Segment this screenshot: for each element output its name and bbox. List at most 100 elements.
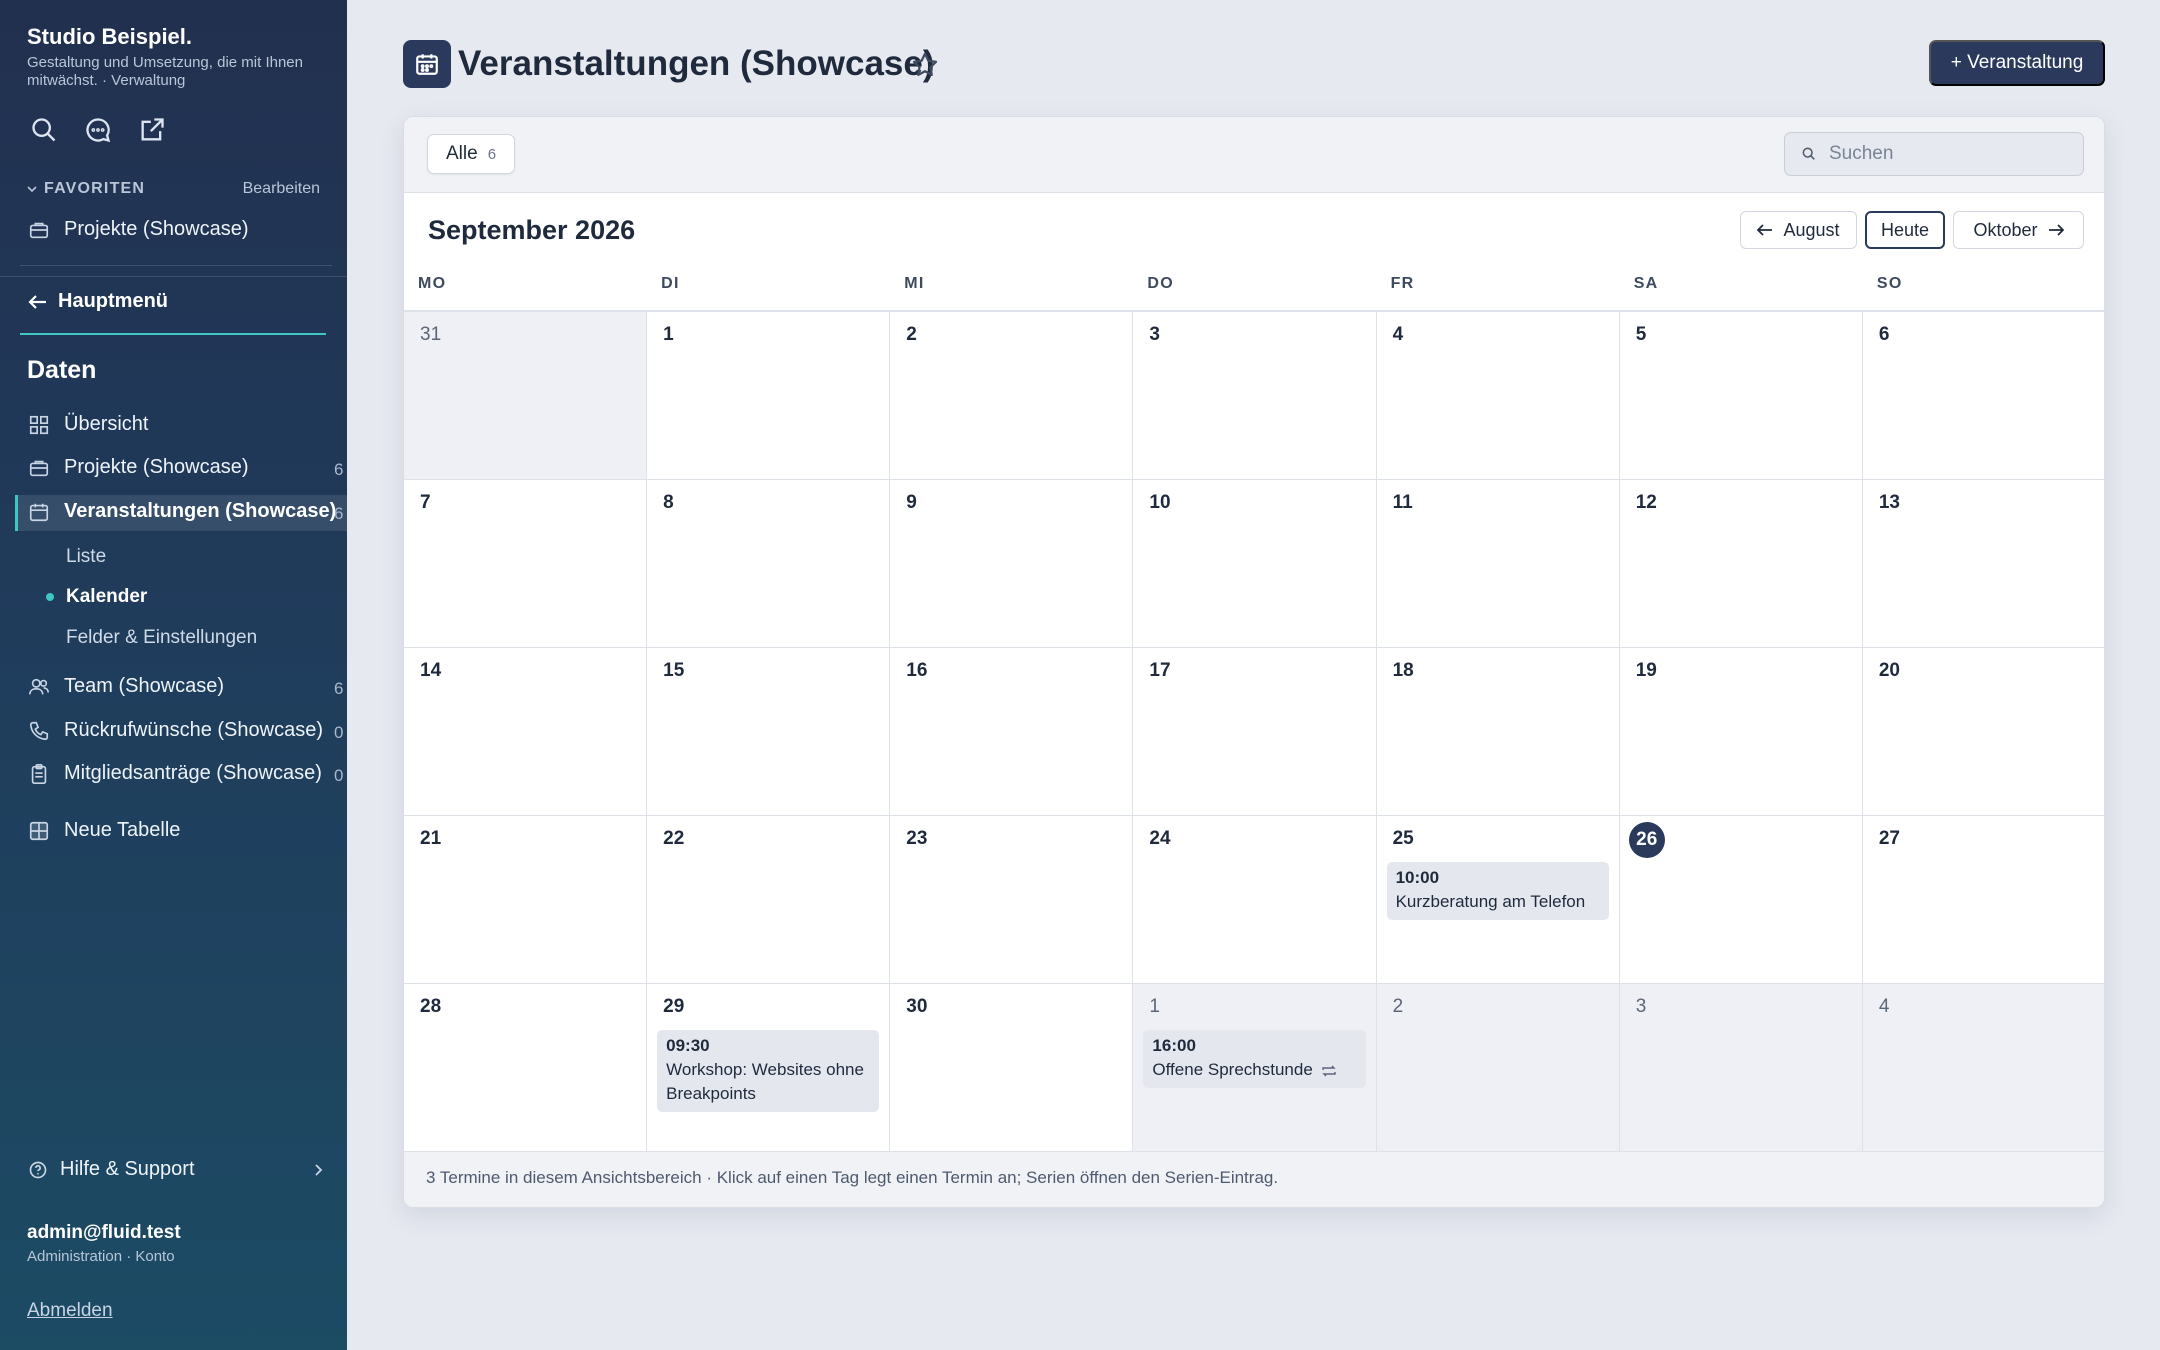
day-cell[interactable]: 25 10:00 Kurzberatung am Telefon — [1376, 816, 1620, 984]
day-cell[interactable]: 26 — [1619, 816, 1863, 984]
day-number: 1 — [663, 324, 674, 345]
day-cell[interactable]: 30 — [890, 984, 1134, 1152]
user-subtitle[interactable]: Administration · Konto — [27, 1248, 181, 1265]
sidebar-item-neue-tabelle[interactable]: Neue Tabelle — [28, 819, 180, 842]
favorites-header: FAVORITEN Bearbeiten — [26, 180, 320, 198]
day-cell[interactable]: 9 — [890, 480, 1134, 648]
day-number: 1 — [1149, 996, 1160, 1017]
next-month-label: Oktober — [1973, 219, 2038, 240]
favorites-edit-link[interactable]: Bearbeiten — [243, 180, 320, 198]
day-number: 2 — [1392, 996, 1404, 1017]
day-cell[interactable]: 19 — [1619, 648, 1863, 816]
sidebar-item-projekte[interactable]: Projekte (Showcase) — [28, 456, 249, 479]
day-cell[interactable]: 6 — [1862, 312, 2104, 480]
day-cell[interactable]: 27 — [1862, 816, 2104, 984]
sidebar-item-mitgliedsantraege[interactable]: Mitgliedsanträge (Showcase) — [28, 762, 322, 785]
calendar-event[interactable]: 10:00 Kurzberatung am Telefon — [1386, 862, 1609, 920]
calendar-icon — [29, 503, 49, 521]
day-cell[interactable]: 3 — [1133, 312, 1377, 480]
sidebar: Studio Beispiel. Gestaltung und Umsetzun… — [0, 0, 347, 1350]
phone-icon — [29, 721, 49, 740]
sidebar-subitem-liste[interactable]: Liste — [66, 546, 106, 568]
event-time: 10:00 — [1395, 868, 1440, 887]
search-icon[interactable] — [30, 116, 58, 149]
divider — [0, 276, 347, 277]
weekday-label: DO — [1147, 275, 1175, 292]
day-cell[interactable]: 16 — [890, 648, 1134, 816]
day-cell[interactable]: 28 — [404, 984, 648, 1152]
day-cell[interactable]: 24 — [1133, 816, 1377, 984]
day-cell[interactable]: 18 — [1376, 648, 1620, 816]
help-support-link[interactable]: Hilfe & Support — [28, 1158, 324, 1181]
day-number: 22 — [663, 828, 685, 849]
calendar-event[interactable]: 16:00 Offene Sprechstunde — [1143, 1030, 1366, 1088]
day-cell[interactable]: 29 09:30 Workshop: Websites ohne Breakpoin… — [647, 984, 891, 1152]
sidebar-subitem-felder[interactable]: Felder & Einstellungen — [66, 627, 257, 649]
day-cell[interactable]: 4 — [1376, 312, 1620, 480]
sidebar-item-label: Team (Showcase) — [64, 675, 225, 697]
month-title: September 2026 — [428, 215, 636, 245]
next-month-button[interactable]: Oktober — [1953, 211, 2084, 249]
day-number: 24 — [1149, 828, 1171, 849]
day-number: 25 — [1392, 828, 1414, 849]
new-event-button[interactable]: + Veranstaltung — [1929, 40, 2105, 86]
day-cell[interactable]: 22 — [647, 816, 891, 984]
sidebar-item-rueckrufwuensche[interactable]: Rückrufwünsche (Showcase) — [28, 719, 323, 742]
sidebar-item-veranstaltungen[interactable]: Veranstaltungen (Showcase) — [28, 500, 336, 523]
day-cell[interactable]: 12 — [1619, 480, 1863, 648]
day-cell[interactable]: 1 — [647, 312, 891, 480]
day-cell[interactable]: 2 — [1376, 984, 1620, 1152]
day-cell[interactable]: 23 — [890, 816, 1134, 984]
back-to-main-menu[interactable]: Hauptmenü — [28, 290, 168, 313]
filter-chip-alle[interactable]: Alle 6 — [427, 134, 516, 174]
day-number: 9 — [906, 492, 917, 513]
day-cell[interactable]: 3 — [1619, 984, 1863, 1152]
sidebar-item-uebersicht[interactable]: Übersicht — [28, 413, 148, 436]
logout-link[interactable]: Abmelden — [27, 1300, 113, 1322]
calendar-event[interactable]: 09:30 Workshop: Websites ohne Breakpoints — [657, 1030, 880, 1112]
event-time: 16:00 — [1152, 1036, 1196, 1055]
day-cell[interactable]: 11 — [1376, 480, 1620, 648]
external-link-icon[interactable] — [138, 116, 166, 149]
weekday-label: SA — [1633, 275, 1659, 292]
favorite-item-projekte[interactable]: Projekte (Showcase) — [28, 218, 249, 241]
search-box — [1784, 132, 2084, 176]
calendar-footer: 3 Termine in diesem Ansichtsbereich · Kl… — [404, 1151, 2104, 1207]
favorites-toggle[interactable]: FAVORITEN — [26, 180, 145, 198]
day-cell[interactable]: 17 — [1133, 648, 1377, 816]
day-number: 13 — [1878, 492, 1900, 513]
day-cell[interactable]: 2 — [890, 312, 1134, 480]
day-number: 30 — [906, 996, 928, 1017]
grid-icon — [29, 415, 49, 434]
search-input[interactable] — [1829, 143, 2059, 165]
day-cell[interactable]: 4 — [1862, 984, 2104, 1152]
day-cell[interactable]: 5 — [1619, 312, 1863, 480]
day-cell[interactable]: 21 — [404, 816, 648, 984]
day-cell[interactable]: 8 — [647, 480, 891, 648]
day-number: 10 — [1149, 492, 1171, 513]
day-cell[interactable]: 15 — [647, 648, 891, 816]
sidebar-item-team[interactable]: Team (Showcase) — [28, 675, 224, 698]
day-cell[interactable]: 20 — [1862, 648, 2104, 816]
day-cell[interactable]: 14 — [404, 648, 648, 816]
day-cell[interactable]: 31 — [404, 312, 648, 480]
sidebar-item-label: Übersicht — [64, 413, 149, 435]
star-icon[interactable] — [910, 50, 940, 80]
chat-icon[interactable] — [84, 116, 112, 149]
active-underline — [20, 333, 326, 335]
brand: Studio Beispiel. Gestaltung und Umsetzun… — [27, 24, 327, 90]
day-number: 16 — [906, 660, 928, 681]
today-button[interactable]: Heute — [1865, 211, 1945, 249]
calendar-toolbar: Alle 6 — [404, 117, 2104, 193]
sidebar-subitem-kalender[interactable]: Kalender — [66, 586, 147, 608]
day-cell[interactable]: 13 — [1862, 480, 2104, 648]
day-cell[interactable]: 1 16:00 Offene Sprechstunde — [1133, 984, 1377, 1152]
prev-month-button[interactable]: August — [1740, 211, 1857, 249]
day-cell[interactable]: 7 — [404, 480, 648, 648]
event-title: Offene Sprechstunde — [1152, 1060, 1313, 1079]
day-cell[interactable]: 10 — [1133, 480, 1377, 648]
brand-name: Studio Beispiel. — [27, 24, 193, 49]
day-number: 21 — [420, 828, 442, 849]
divider — [20, 265, 332, 266]
table-add-icon — [29, 821, 49, 840]
